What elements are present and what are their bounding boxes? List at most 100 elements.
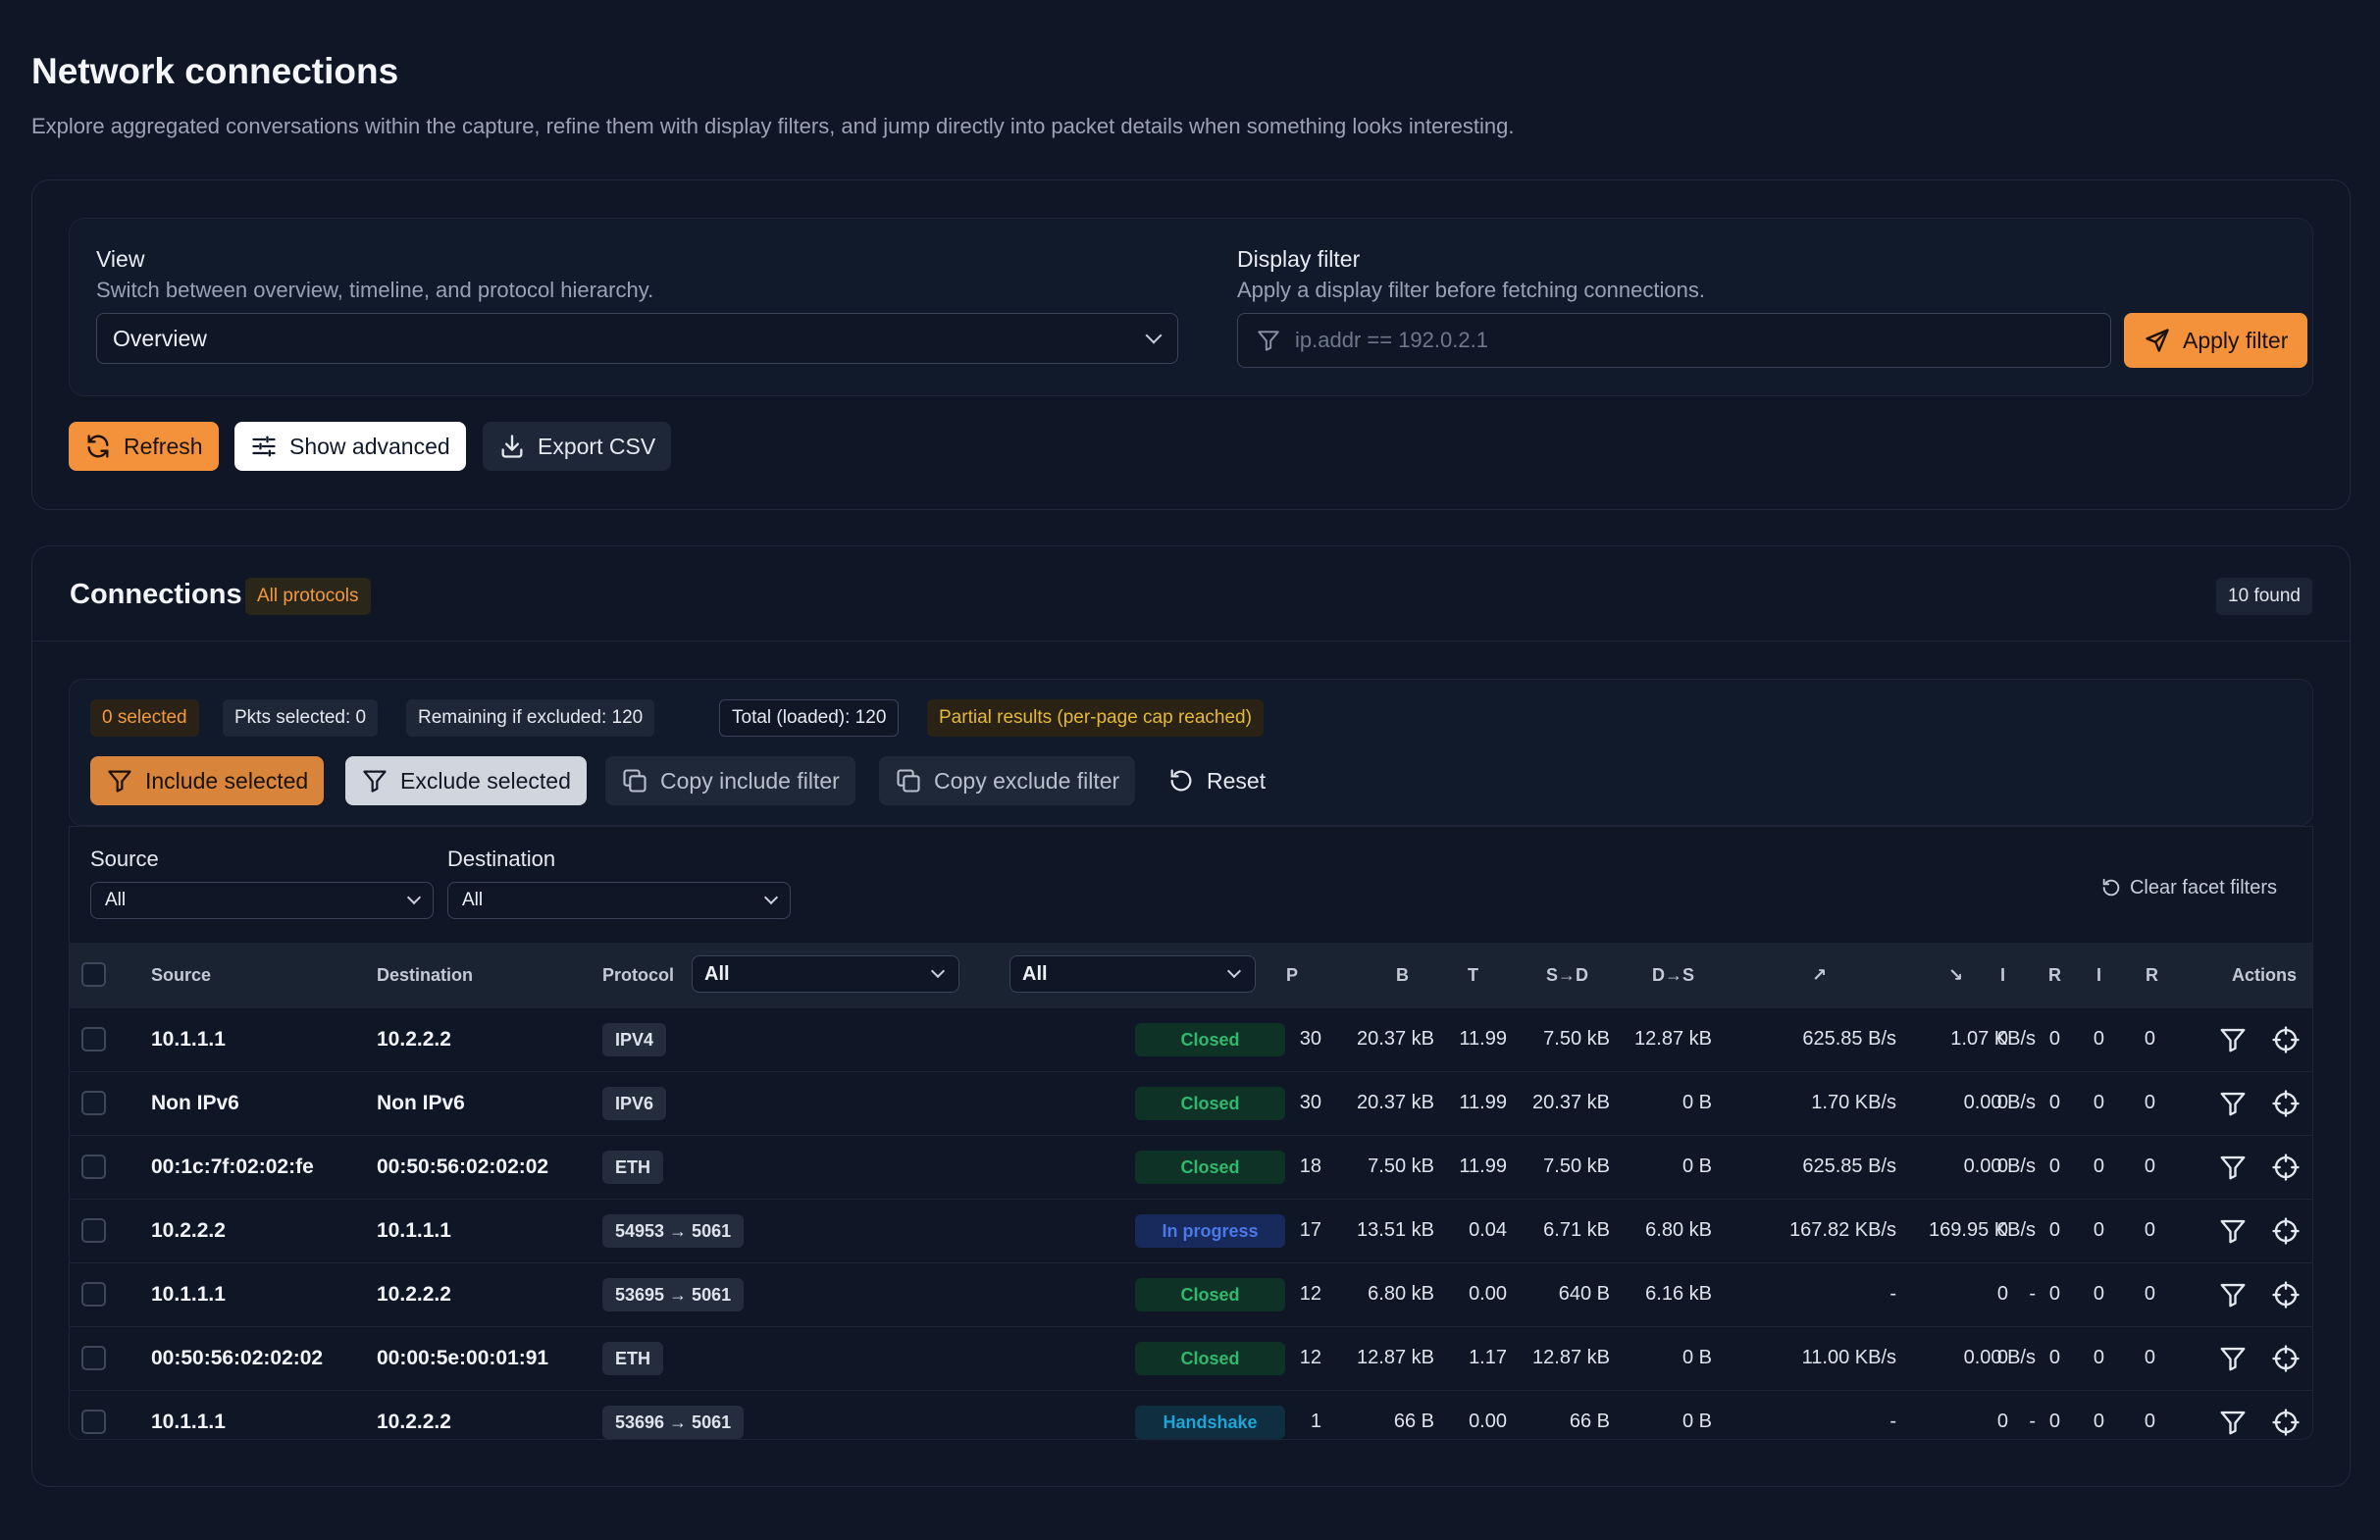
col-protocol[interactable]: Protocol [602,965,674,986]
filter-icon[interactable] [2218,1216,2248,1246]
page-description: Explore aggregated conversations within … [31,114,1515,138]
row-source: 00:50:56:02:02:02 [151,1347,324,1369]
row-t: 11.99 [1459,1155,1507,1177]
show-advanced-button[interactable]: Show advanced [234,422,466,471]
col-destination[interactable]: Destination [377,965,473,986]
export-csv-button[interactable]: Export CSV [483,422,672,471]
table-row[interactable]: 10.1.1.1 10.2.2.2 IPV4 Closed 30 20.37 kB 11.9… [70,1007,2312,1071]
reset-button[interactable]: Reset [1152,756,1281,805]
protocol-filter-select[interactable]: All [692,955,959,993]
row-r2: 0 [2144,1411,2155,1432]
copy-include-filter-button[interactable]: Copy include filter [605,756,855,805]
refresh-icon [84,433,112,460]
col-packets[interactable]: P [1286,965,1298,986]
row-protocol-badge: 53695 → 5061 [602,1278,745,1311]
row-b: 7.50 kB [1368,1155,1434,1177]
table-row[interactable]: 00:1c:7f:02:02:fe 00:50:56:02:02:02 ETH Clo… [70,1135,2312,1199]
table-row[interactable]: 10.2.2.2 10.1.1.1 54953 → 5061 In progress 1… [70,1199,2312,1262]
selected-count: 0 selected [90,699,199,737]
apply-filter-button[interactable]: Apply filter [2124,313,2308,368]
row-status-badge: Closed [1135,1087,1285,1120]
crosshair-icon[interactable] [2271,1216,2301,1246]
display-filter-placeholder: ip.addr == 192.0.2.1 [1295,328,1488,352]
row-up: 1.70 KB/s [1811,1092,1896,1113]
page: Network connections Explore aggregated c… [0,0,2380,1540]
col-src-to-dst[interactable]: S→D [1546,965,1588,986]
col-time[interactable]: T [1468,965,1478,986]
view-label: View [96,246,145,272]
crosshair-icon[interactable] [2271,1153,2301,1182]
exclude-selected-button[interactable]: Exclude selected [345,756,587,805]
clear-facet-filters-button[interactable]: Clear facet filters [2085,868,2293,907]
connections-table: Source All Destination All Clear facet f… [69,826,2313,1440]
table-row[interactable]: 10.1.1.1 10.2.2.2 53695 → 5061 Closed 12 6.80… [70,1262,2312,1326]
row-status-badge: Closed [1135,1023,1285,1056]
table-row[interactable]: Non IPv6 Non IPv6 IPV6 Closed 30 20.37 kB 11.9… [70,1071,2312,1135]
col-bytes[interactable]: B [1396,965,1409,986]
row-checkbox[interactable] [81,1091,106,1115]
total-loaded: Total (loaded): 120 [719,699,900,737]
row-i1: 0 [1996,1283,2008,1305]
destination-facet-select[interactable]: All [447,882,791,919]
row-protocol-badge: ETH [602,1151,663,1184]
col-i-1[interactable]: I [2000,965,2005,986]
source-facet-select[interactable]: All [90,882,434,919]
controls-card: View Switch between overview, timeline, … [31,180,2351,510]
row-i1: 0 [1996,1219,2008,1241]
copy-exclude-filter-button[interactable]: Copy exclude filter [879,756,1136,805]
copy-include-filter-label: Copy include filter [660,767,840,794]
status-filter-select[interactable]: All [1009,955,1256,993]
row-b: 6.80 kB [1368,1283,1434,1305]
row-checkbox[interactable] [81,1155,106,1179]
page-title: Network connections [31,51,399,91]
filter-icon[interactable] [2218,1344,2248,1373]
include-selected-button[interactable]: Include selected [90,756,325,805]
filter-icon[interactable] [2218,1025,2248,1054]
crosshair-icon[interactable] [2271,1344,2301,1373]
row-source: 10.2.2.2 [151,1219,226,1242]
row-checkbox[interactable] [81,1218,106,1243]
row-sd: 12.87 kB [1532,1347,1610,1368]
crosshair-icon[interactable] [2271,1408,2301,1437]
display-filter-input[interactable]: ip.addr == 192.0.2.1 [1237,313,2111,368]
reset-label: Reset [1207,767,1267,794]
col-r-2[interactable]: R [2146,965,2158,986]
table-row[interactable]: 10.1.1.1 10.2.2.2 53696 → 5061 Handshake 1 66… [70,1390,2312,1454]
crosshair-icon[interactable] [2271,1025,2301,1054]
row-protocol-badge: 54953 → 5061 [602,1214,745,1248]
filter-icon[interactable] [2218,1153,2248,1182]
crosshair-icon[interactable] [2271,1089,2301,1118]
row-r2: 0 [2144,1219,2155,1241]
crosshair-icon[interactable] [2271,1280,2301,1309]
table-header: Source Destination Protocol All All P B … [70,943,2312,1007]
table-row[interactable]: 00:50:56:02:02:02 00:00:5e:00:01:91 ETH Clo… [70,1326,2312,1390]
row-checkbox[interactable] [81,1027,106,1052]
row-status-badge: Closed [1135,1151,1285,1184]
row-source: Non IPv6 [151,1092,239,1114]
col-dst-to-src[interactable]: D→S [1652,965,1694,986]
col-i-2[interactable]: I [2096,965,2101,986]
source-facet-label: Source [90,847,159,871]
filter-icon[interactable] [2218,1280,2248,1309]
col-actions: Actions [2232,965,2298,985]
row-b: 20.37 kB [1357,1092,1434,1113]
filter-icon[interactable] [2218,1089,2248,1118]
filter-icon [106,767,133,795]
col-upload-rate[interactable]: ↗ [1812,965,1827,986]
select-all-checkbox[interactable] [81,962,106,987]
col-download-rate[interactable]: ↘ [1948,965,1963,986]
view-select[interactable]: Overview [96,313,1178,364]
row-down: 169.95 KB/s [1929,1219,2036,1241]
row-i2: 0 [2093,1092,2104,1113]
filter-icon[interactable] [2218,1408,2248,1437]
row-i2: 0 [2093,1347,2104,1368]
row-ds: 6.80 kB [1645,1219,1712,1241]
row-p: 30 [1299,1092,1321,1113]
refresh-button[interactable]: Refresh [69,422,219,471]
col-source[interactable]: Source [151,965,211,986]
row-t: 11.99 [1459,1092,1507,1113]
row-checkbox[interactable] [81,1410,106,1434]
row-checkbox[interactable] [81,1346,106,1370]
row-checkbox[interactable] [81,1282,106,1307]
col-r-1[interactable]: R [2048,965,2061,986]
